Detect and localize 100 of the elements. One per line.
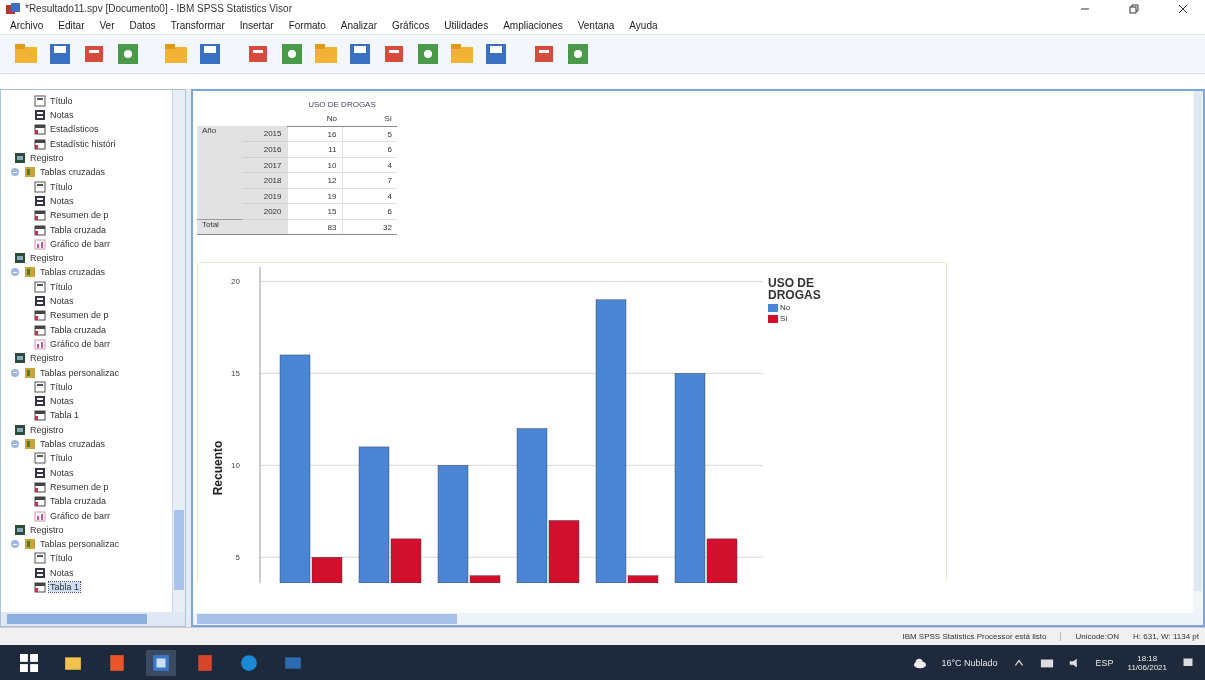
notes-icon — [34, 109, 46, 122]
outline-item[interactable]: Tablas personalizac — [39, 539, 121, 550]
menu-item[interactable]: Transformar — [170, 20, 225, 32]
outline-item[interactable]: Registro — [29, 253, 65, 264]
outline-item[interactable]: Resumen de p — [49, 310, 110, 321]
outline-item[interactable]: Título — [49, 281, 74, 292]
table-icon — [34, 223, 46, 236]
menu-item[interactable]: Datos — [129, 20, 156, 32]
menu-item[interactable]: Ampliaciones — [503, 20, 563, 32]
outline-item[interactable]: Tabla 1 — [49, 582, 81, 592]
outline-item[interactable]: Tablas cruzadas — [39, 167, 107, 178]
table-cell: 6 — [342, 203, 397, 220]
book-icon — [24, 366, 36, 379]
column-group-header: USO DE DROGAS — [307, 98, 377, 111]
outline-item[interactable]: Título — [49, 453, 74, 464]
menu-item[interactable]: Insertar — [239, 20, 274, 32]
outline-item[interactable]: Título — [49, 181, 74, 192]
legend-label: No — [780, 303, 791, 313]
outline-item[interactable]: Resumen de p — [49, 210, 110, 221]
outline-item[interactable]: Notas — [49, 110, 75, 121]
outline-item[interactable]: Notas — [49, 195, 75, 206]
book-icon — [24, 166, 36, 179]
menu-item[interactable]: Formato — [288, 20, 326, 32]
table-icon — [34, 123, 46, 136]
menu-item[interactable]: Ventana — [577, 20, 615, 32]
encoding-status: Unicode:ON — [1060, 632, 1120, 642]
outline-item[interactable]: Título — [49, 553, 74, 564]
tick-label: 10 — [231, 461, 240, 471]
notification-icon[interactable] — [1181, 656, 1195, 669]
language-indicator[interactable]: ESP — [1095, 657, 1114, 668]
outline-item[interactable]: Tablas cruzadas — [39, 439, 107, 449]
cloud-icon — [913, 656, 928, 669]
notes-icon — [34, 295, 46, 308]
outline-item[interactable]: Tabla cruzada — [49, 224, 108, 235]
table-cell: 5 — [342, 126, 397, 142]
outline-item[interactable]: Gráfico de barr — [49, 510, 112, 521]
collapse-icon[interactable] — [11, 168, 19, 177]
size-status: H: 631, W: 1134 pt — [1133, 632, 1199, 642]
log-icon — [14, 352, 26, 365]
outline-item[interactable]: Notas — [49, 567, 75, 578]
outline-item[interactable]: Registro — [29, 424, 65, 435]
app-icon[interactable] — [146, 649, 176, 676]
collapse-icon[interactable] — [11, 268, 19, 277]
outline-item[interactable]: Gráfico de barr — [49, 338, 112, 349]
menu-item[interactable]: Editar — [58, 20, 85, 32]
outline-item[interactable]: Tablas cruzadas — [39, 267, 107, 278]
outline-item[interactable]: Notas — [49, 296, 75, 307]
outline-item[interactable]: Tablas personalizac — [39, 367, 121, 378]
outline-item[interactable]: Título — [49, 381, 74, 392]
chart-icon — [34, 237, 46, 250]
legend-swatch — [768, 303, 778, 312]
log-icon — [14, 152, 26, 165]
menu-item[interactable]: Ayuda — [629, 20, 658, 32]
table-cell: 16 — [287, 126, 342, 142]
legend-label: Sí — [780, 314, 788, 324]
table-cell: 83 — [287, 219, 342, 235]
table-cell: 19 — [287, 188, 342, 204]
book-icon — [24, 538, 36, 551]
clock-time[interactable]: 18:18 — [1137, 653, 1158, 663]
axis-title: Recuento — [211, 440, 225, 496]
outline-item[interactable]: Título — [49, 95, 74, 106]
row-group-header: Año — [197, 126, 242, 220]
outline-item[interactable]: Estadísticos — [49, 124, 100, 135]
outline-item[interactable]: Tabla cruzada — [49, 324, 108, 335]
menu-item[interactable]: Analizar — [340, 20, 377, 32]
menu-item[interactable]: Utilidades — [444, 20, 489, 32]
weather-text[interactable]: 16°C Nublado — [941, 657, 998, 668]
menu-item[interactable]: Archivo — [10, 20, 44, 32]
outline-item[interactable]: Resumen de p — [49, 481, 110, 492]
outline-item[interactable]: Notas — [49, 396, 75, 407]
menu-item[interactable]: Ver — [99, 20, 115, 32]
table-cell: 6 — [342, 141, 397, 158]
horizontal-scrollbar[interactable] — [1, 612, 185, 627]
collapse-icon[interactable] — [11, 440, 19, 448]
table-icon — [34, 137, 46, 150]
clock-date[interactable]: 11/06/2021 — [1127, 662, 1167, 672]
outline-item[interactable]: Tabla 1 — [49, 410, 81, 421]
column-header: No — [287, 111, 342, 127]
outline-item[interactable]: Gráfico de barr — [49, 238, 112, 249]
restore-icon[interactable] — [1129, 3, 1139, 14]
outline-item[interactable]: Registro — [29, 153, 65, 164]
scrollbar[interactable] — [1193, 90, 1203, 614]
menu-item[interactable]: Gráficos — [392, 20, 430, 32]
outline-item[interactable]: Notas — [49, 467, 75, 478]
outline-item[interactable]: Estadístic históri — [49, 138, 117, 149]
close-icon[interactable] — [1178, 3, 1188, 14]
outline-item[interactable]: Tabla cruzada — [49, 496, 108, 507]
collapse-icon[interactable] — [11, 540, 19, 549]
horizontal-scrollbar[interactable] — [193, 613, 1203, 626]
table-icon — [34, 309, 46, 322]
window-title: *Resultado11.spv [Documento0] - IBM SPSS Statistics Visor — [25, 3, 292, 15]
notes-icon — [34, 566, 46, 579]
scrollbar[interactable] — [172, 89, 185, 613]
outline-item[interactable]: Registro — [29, 524, 65, 535]
outline-item[interactable]: Registro — [29, 353, 65, 364]
table-cell: 32 — [342, 219, 397, 235]
table-icon — [34, 581, 46, 593]
table-cell: 12 — [287, 172, 342, 189]
collapse-icon[interactable] — [11, 368, 19, 377]
book-icon — [24, 266, 36, 279]
